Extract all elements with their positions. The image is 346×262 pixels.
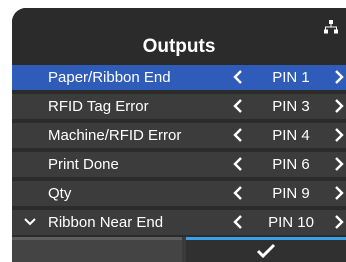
page-title: Outputs bbox=[142, 36, 216, 57]
back-button[interactable] bbox=[12, 237, 182, 262]
list-item-label: RFID Tag Error bbox=[48, 98, 149, 115]
chevron-left-icon[interactable] bbox=[233, 214, 243, 230]
list-item-qty[interactable]: Qty PIN 9 bbox=[12, 181, 346, 206]
list-item-label: Print Done bbox=[48, 156, 119, 173]
list-item-ribbon-near-end[interactable]: Ribbon Near End PIN 10 bbox=[12, 210, 346, 235]
chevron-left-icon[interactable] bbox=[233, 156, 243, 172]
list-item-value: PIN 3 bbox=[272, 98, 310, 115]
list-item-value: PIN 4 bbox=[272, 127, 310, 144]
outputs-list: Paper/Ribbon End PIN 1 RFID Tag Error PI… bbox=[12, 65, 346, 239]
list-item-paper-ribbon-end[interactable]: Paper/Ribbon End PIN 1 bbox=[12, 65, 346, 90]
list-item-machine-rfid-error[interactable]: Machine/RFID Error PIN 4 bbox=[12, 123, 346, 148]
chevron-right-icon[interactable] bbox=[334, 185, 344, 201]
list-item-value: PIN 10 bbox=[268, 214, 314, 231]
footer-bar bbox=[12, 237, 346, 262]
list-item-label: Paper/Ribbon End bbox=[48, 69, 171, 86]
chevron-down-icon bbox=[24, 218, 36, 226]
list-item-value: PIN 9 bbox=[272, 185, 310, 202]
printer-settings-screen: Outputs Paper/Ribbon End PIN 1 RFID Tag … bbox=[12, 8, 346, 262]
chevron-right-icon[interactable] bbox=[334, 214, 344, 230]
chevron-right-icon[interactable] bbox=[334, 98, 344, 114]
chevron-right-icon[interactable] bbox=[334, 156, 344, 172]
list-item-rfid-tag-error[interactable]: RFID Tag Error PIN 3 bbox=[12, 94, 346, 119]
chevron-left-icon[interactable] bbox=[233, 69, 243, 85]
chevron-right-icon[interactable] bbox=[334, 69, 344, 85]
ok-button[interactable] bbox=[186, 237, 346, 262]
list-item-value: PIN 6 bbox=[272, 156, 310, 173]
chevron-left-icon[interactable] bbox=[233, 127, 243, 143]
list-item-label: Qty bbox=[48, 185, 72, 202]
list-item-label: Ribbon Near End bbox=[48, 214, 164, 231]
chevron-right-icon[interactable] bbox=[334, 127, 344, 143]
chevron-left-icon[interactable] bbox=[233, 185, 243, 201]
list-item-print-done[interactable]: Print Done PIN 6 bbox=[12, 152, 346, 177]
network-icon bbox=[324, 20, 338, 34]
list-item-value: PIN 1 bbox=[272, 69, 310, 86]
header: Outputs bbox=[12, 8, 346, 63]
checkmark-icon bbox=[256, 243, 276, 259]
chevron-left-icon[interactable] bbox=[233, 98, 243, 114]
list-item-label: Machine/RFID Error bbox=[48, 127, 182, 144]
